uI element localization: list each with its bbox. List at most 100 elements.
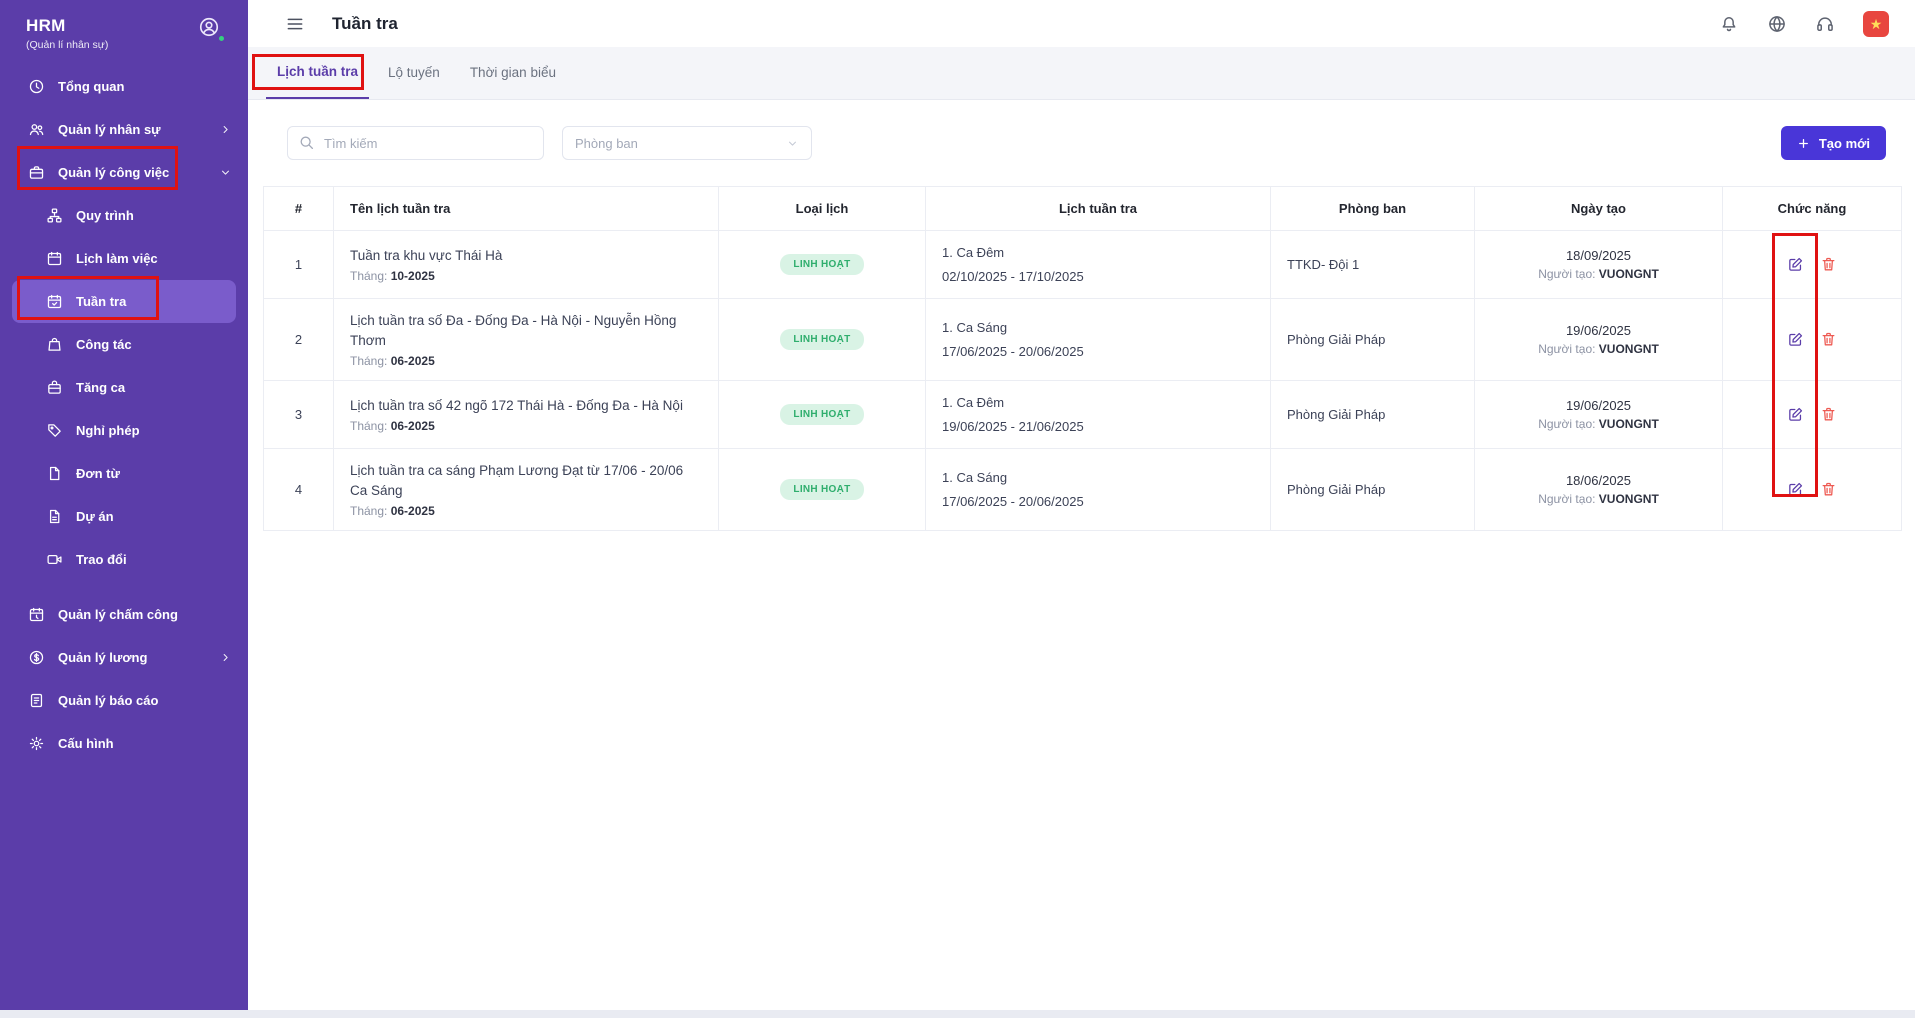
- schedule-month: Tháng: 06-2025: [350, 504, 702, 518]
- created-date: 18/06/2025: [1491, 473, 1706, 488]
- row-actions-cell: [1723, 299, 1902, 381]
- row-schedule-cell: 1. Ca Đêm 19/06/2025 - 21/06/2025: [926, 381, 1271, 449]
- row-name-cell: Lịch tuần tra số Đa - Đống Đa - Hà Nội -…: [334, 299, 719, 381]
- schedule-name[interactable]: Lịch tuần tra số 42 ngõ 172 Thái Hà - Đố…: [350, 396, 702, 416]
- creator-value: VUONGNT: [1599, 342, 1659, 356]
- trash-icon: [1820, 331, 1837, 348]
- schedule-name[interactable]: Lịch tuần tra ca sáng Phạm Lương Đạt từ …: [350, 461, 702, 500]
- edit-icon: [1787, 331, 1804, 348]
- sidebar-item-quan-ly-nhan-su[interactable]: Quản lý nhân sự: [0, 108, 248, 151]
- sidebar-item-tuan-tra[interactable]: Tuần tra: [12, 280, 236, 323]
- sidebar-item-quan-ly-cham-cong[interactable]: Quản lý chấm công: [0, 593, 248, 636]
- row-created-cell: 18/09/2025 Người tạo: VUONGNT: [1475, 231, 1723, 299]
- sidebar-item-trao-doi[interactable]: Trao đổi: [0, 538, 248, 581]
- schedule-month: Tháng: 06-2025: [350, 419, 702, 433]
- month-value: 06-2025: [391, 419, 435, 433]
- brand-block: HRM (Quản lí nhân sự): [26, 16, 108, 51]
- department-select-placeholder: Phòng ban: [575, 136, 638, 151]
- delete-button[interactable]: [1820, 481, 1837, 498]
- row-department: Phòng Giải Pháp: [1271, 381, 1475, 449]
- month-label: Tháng:: [350, 419, 387, 433]
- row-department: Phòng Giải Pháp: [1271, 299, 1475, 381]
- sidebar-item-quan-ly-luong[interactable]: Quản lý lương: [0, 636, 248, 679]
- app-root: HRM (Quản lí nhân sự) Tổng quan Quản lý …: [0, 0, 1915, 1010]
- calendar-check-icon: [46, 293, 63, 310]
- toolbar: Phòng ban Tạo mới: [263, 126, 1900, 160]
- user-circle-icon: [198, 16, 220, 38]
- sidebar-item-quy-trinh[interactable]: Quy trình: [0, 194, 248, 237]
- row-index: 2: [264, 299, 334, 381]
- edit-icon: [1787, 406, 1804, 423]
- tab-thoi-gian-bieu[interactable]: Thời gian biểu: [459, 46, 567, 99]
- support-headset-icon[interactable]: [1815, 14, 1835, 34]
- globe-icon[interactable]: [1767, 14, 1787, 34]
- created-date: 19/06/2025: [1491, 323, 1706, 338]
- edit-icon: [1787, 256, 1804, 273]
- sidebar-header: HRM (Quản lí nhân sự): [0, 0, 248, 61]
- schedule-name[interactable]: Tuần tra khu vực Thái Hà: [350, 246, 702, 266]
- row-schedule-cell: 1. Ca Sáng 17/06/2025 - 20/06/2025: [926, 299, 1271, 381]
- delete-button[interactable]: [1820, 331, 1837, 348]
- edit-icon: [1787, 481, 1804, 498]
- creator-line: Người tạo: VUONGNT: [1491, 267, 1706, 281]
- app-subtitle: (Quản lí nhân sự): [26, 39, 108, 51]
- hamburger-menu-icon[interactable]: [285, 14, 305, 34]
- creator-line: Người tạo: VUONGNT: [1491, 342, 1706, 356]
- sidebar-item-cong-tac[interactable]: Công tác: [0, 323, 248, 366]
- row-index: 4: [264, 449, 334, 531]
- vietnam-flag-icon[interactable]: ★: [1863, 11, 1889, 37]
- sidebar-item-quan-ly-cong-viec[interactable]: Quản lý công việc: [0, 151, 248, 194]
- dollar-icon: [28, 649, 45, 666]
- delete-button[interactable]: [1820, 406, 1837, 423]
- creator-line: Người tạo: VUONGNT: [1491, 492, 1706, 506]
- edit-button[interactable]: [1787, 481, 1804, 498]
- sidebar-item-label: Công tác: [76, 337, 132, 352]
- calendar-icon: [46, 250, 63, 267]
- sidebar-item-du-an[interactable]: Dự án: [0, 495, 248, 538]
- sidebar-item-quan-ly-bao-cao[interactable]: Quản lý báo cáo: [0, 679, 248, 722]
- row-department: Phòng Giải Pháp: [1271, 449, 1475, 531]
- row-created-cell: 19/06/2025 Người tạo: VUONGNT: [1475, 381, 1723, 449]
- sidebar-item-label: Quản lý chấm công: [58, 607, 178, 622]
- tab-lo-tuyen[interactable]: Lộ tuyến: [377, 46, 451, 99]
- sidebar-item-nghi-phep[interactable]: Nghỉ phép: [0, 409, 248, 452]
- sidebar: HRM (Quản lí nhân sự) Tổng quan Quản lý …: [0, 0, 248, 1010]
- edit-button[interactable]: [1787, 406, 1804, 423]
- row-actions-cell: [1723, 231, 1902, 299]
- shift-name: 1. Ca Đêm: [942, 243, 1254, 263]
- row-department: TTKD- Đội 1: [1271, 231, 1475, 299]
- row-type-cell: LINH HOẠT: [719, 381, 926, 449]
- row-actions-cell: [1723, 449, 1902, 531]
- bell-icon[interactable]: [1719, 14, 1739, 34]
- tag-icon: [46, 422, 63, 439]
- col-type: Loại lịch: [719, 187, 926, 231]
- create-button[interactable]: Tạo mới: [1781, 126, 1886, 160]
- sidebar-item-label: Đơn từ: [76, 466, 120, 481]
- edit-button[interactable]: [1787, 331, 1804, 348]
- user-avatar[interactable]: [198, 16, 224, 42]
- search-input[interactable]: [287, 126, 544, 160]
- delete-button[interactable]: [1820, 256, 1837, 273]
- timesheet-calendar-icon: [28, 606, 45, 623]
- gear-icon: [28, 735, 45, 752]
- schedule-month: Tháng: 10-2025: [350, 269, 702, 283]
- col-name: Tên lịch tuần tra: [334, 187, 719, 231]
- col-actions: Chức năng: [1723, 187, 1902, 231]
- bag-icon: [46, 336, 63, 353]
- schedule-name[interactable]: Lịch tuần tra số Đa - Đống Đa - Hà Nội -…: [350, 311, 702, 350]
- sidebar-item-label: Nghỉ phép: [76, 423, 140, 438]
- sidebar-item-cau-hinh[interactable]: Cấu hình: [0, 722, 248, 765]
- sidebar-item-lich-lam-viec[interactable]: Lịch làm việc: [0, 237, 248, 280]
- edit-button[interactable]: [1787, 256, 1804, 273]
- sidebar-item-tang-ca[interactable]: Tăng ca: [0, 366, 248, 409]
- sidebar-item-don-tu[interactable]: Đơn từ: [0, 452, 248, 495]
- tab-lich-tuan-tra[interactable]: Lịch tuần tra: [266, 46, 369, 99]
- type-badge: LINH HOẠT: [780, 254, 863, 275]
- sidebar-item-label: Quản lý báo cáo: [58, 693, 158, 708]
- sidebar-item-tong-quan[interactable]: Tổng quan: [0, 65, 248, 108]
- schedule-month: Tháng: 06-2025: [350, 354, 702, 368]
- department-select[interactable]: Phòng ban: [562, 126, 812, 160]
- shift-name: 1. Ca Đêm: [942, 393, 1254, 413]
- online-status-dot: [217, 34, 226, 43]
- creator-label: Người tạo:: [1538, 492, 1595, 506]
